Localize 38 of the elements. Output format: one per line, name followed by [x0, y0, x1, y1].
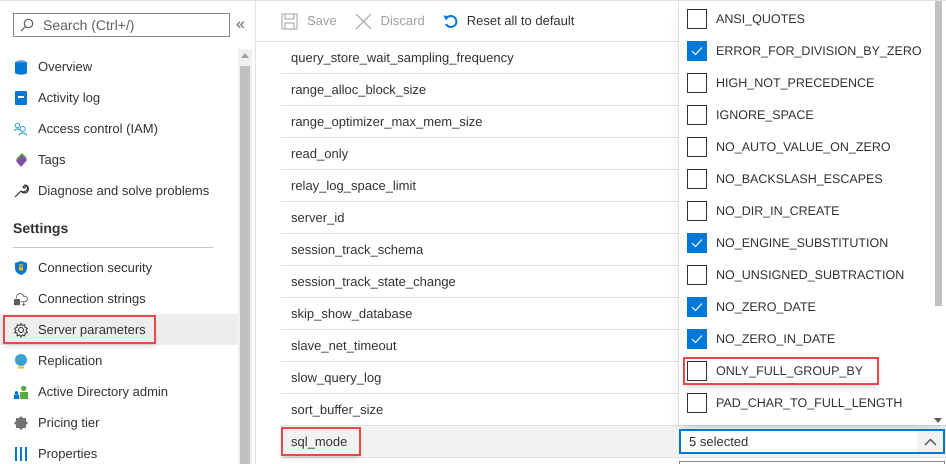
sidebar-item[interactable]: Connection security — [0, 252, 238, 283]
close-icon — [354, 12, 372, 30]
sidebar-item[interactable]: Connection strings — [0, 283, 238, 314]
sidebar-item[interactable]: Server parameters — [0, 314, 238, 345]
sidebar-item[interactable]: Replication — [0, 345, 238, 376]
cloud-database-icon — [13, 290, 29, 306]
option-checkbox[interactable]: ONLY_FULL_GROUP_BY — [683, 357, 880, 385]
undo-icon — [442, 14, 458, 28]
sidebar-item[interactable]: Tags — [0, 144, 238, 175]
sidebar-item[interactable]: Access control (IAM) — [0, 113, 238, 144]
checkmark-icon — [691, 334, 703, 344]
document-icon — [13, 90, 29, 106]
search-icon — [20, 18, 34, 32]
sidebar-item[interactable]: Pricing tier — [0, 407, 238, 438]
globe-icon — [13, 352, 29, 368]
tag-icon — [13, 152, 29, 168]
caret-icon — [917, 431, 943, 452]
users-icon — [13, 384, 29, 400]
shield-icon — [13, 260, 29, 276]
save-icon — [281, 12, 298, 30]
people-icon — [13, 120, 29, 136]
scrollbar[interactable] — [238, 49, 252, 464]
sidebar-item[interactable]: Activity log — [0, 82, 238, 113]
sidebar-item[interactable]: Diagnose and solve problems — [0, 175, 238, 206]
sidebar-item[interactable]: Overview — [0, 51, 238, 82]
checkmark-icon — [691, 302, 703, 312]
sidebar-item[interactable]: Active Directory admin — [0, 376, 238, 407]
select-field[interactable]: 5 selected — [679, 429, 945, 454]
settings-icon — [13, 322, 29, 338]
database-icon — [13, 58, 29, 74]
search-field[interactable]: Search (Ctrl+/) — [13, 13, 230, 37]
sidebar-item[interactable]: Properties — [0, 438, 238, 464]
option-checkbox[interactable]: ANSI_QUOTES — [683, 5, 821, 33]
collapse-button[interactable]: « — [236, 17, 245, 33]
toolbar-button[interactable]: Reset all to default — [442, 11, 574, 31]
checkmark-icon — [691, 238, 703, 248]
section-heading: Settings — [13, 219, 68, 238]
checkmark-icon — [691, 46, 703, 56]
